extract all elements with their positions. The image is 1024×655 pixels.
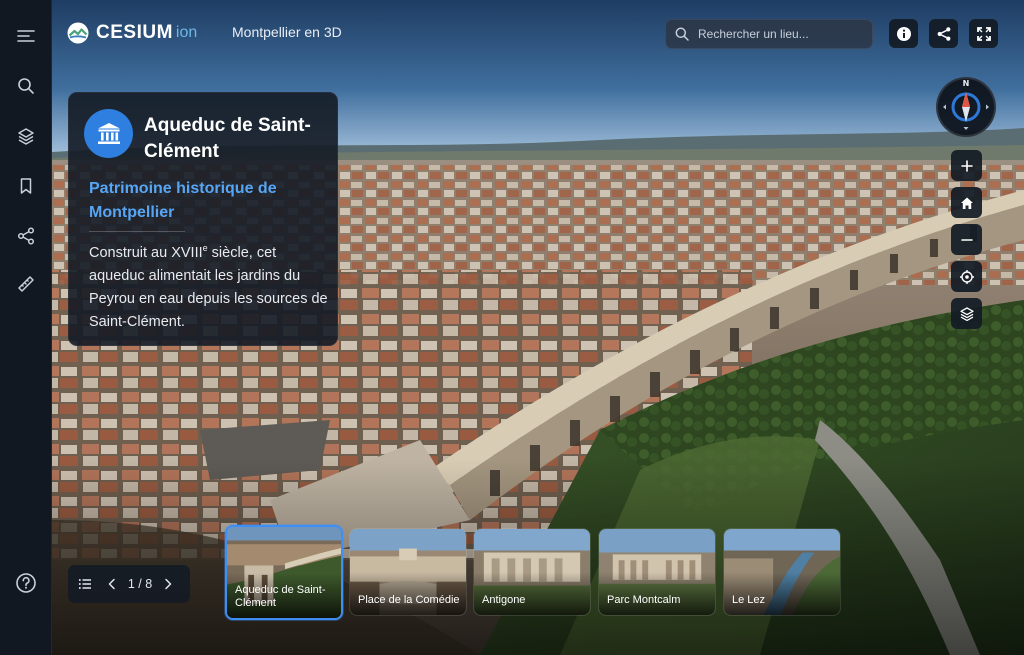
layers-icon: [18, 128, 34, 145]
place-title: Aqueduc de Saint-Clément: [144, 115, 311, 162]
place-thumbnail[interactable]: Le Lez: [723, 528, 841, 616]
thumbnail-label: Parc Montcalm: [607, 594, 681, 606]
search-button[interactable]: [8, 68, 44, 104]
list-icon: [78, 579, 91, 589]
chevron-left-icon: [108, 578, 115, 590]
card-divider: [89, 231, 185, 232]
brand-name: CESIUM: [96, 22, 173, 43]
thumbnail-label: Aqueduc de Saint-Clément: [235, 584, 326, 609]
thumbnail-label: Place de la Comédie: [358, 594, 460, 606]
help-icon[interactable]: [15, 572, 37, 594]
zoom-out-icon: [960, 238, 973, 241]
info-button[interactable]: [889, 19, 918, 48]
thumbnail-label: Le Lez: [732, 594, 766, 606]
next-place-button[interactable]: [158, 565, 178, 603]
place-info-card: Aqueduc de Saint-Clément Patrimoine hist…: [68, 92, 338, 346]
compass-icon: N: [943, 79, 989, 130]
compass[interactable]: N: [936, 77, 996, 137]
info-icon: [896, 26, 911, 41]
previous-place-button[interactable]: [102, 565, 122, 603]
menu-button[interactable]: [8, 18, 44, 54]
chevron-right-icon: [165, 578, 172, 590]
place-thumbnail[interactable]: Place de la Comédie: [349, 528, 467, 616]
share-link-button[interactable]: [929, 19, 958, 48]
navigation-controls: [951, 150, 982, 329]
zoom-in-icon: [960, 159, 973, 172]
zoom-out-button[interactable]: [951, 224, 982, 255]
tour-pager: 1 / 8: [68, 565, 190, 603]
share-icon: [17, 227, 35, 245]
ruler-icon: [18, 276, 34, 292]
app-title: Montpellier en 3D: [232, 24, 342, 40]
search-box[interactable]: [665, 19, 873, 49]
measure-button[interactable]: [8, 266, 44, 302]
place-thumbnail[interactable]: Aqueduc de Saint-Clément: [225, 525, 343, 620]
place-description: Construit au XVIIIe siècle, cet aqueduc …: [89, 243, 328, 330]
share-icon: [937, 26, 950, 41]
locate-icon: [959, 269, 974, 284]
place-thumbnail[interactable]: Parc Montcalm: [598, 528, 716, 616]
search-icon: [675, 27, 689, 41]
place-category-badge: [84, 109, 133, 158]
map-layers-button[interactable]: [951, 298, 982, 329]
cesium-logo-icon: [67, 22, 89, 44]
cesium-logo: CESIUM ion: [66, 20, 197, 46]
monument-icon: [97, 122, 120, 144]
tour-list-button[interactable]: [68, 565, 102, 603]
left-sidebar: [0, 0, 52, 655]
home-icon: [960, 197, 973, 209]
search-input[interactable]: [698, 27, 868, 41]
fullscreen-icon: [976, 26, 991, 41]
home-button[interactable]: [951, 187, 982, 218]
zoom-in-button[interactable]: [951, 150, 982, 181]
compass-north-label: N: [963, 79, 970, 88]
share-button[interactable]: [8, 218, 44, 254]
layers-button[interactable]: [8, 118, 44, 154]
bookmark-button[interactable]: [8, 168, 44, 204]
page-counter: 1 / 8: [127, 577, 153, 591]
thumbnail-label: Antigone: [482, 594, 526, 606]
menu-icon: [17, 30, 35, 42]
brand-suffix: ion: [175, 24, 198, 41]
search-icon: [18, 78, 34, 94]
place-subtitle: Patrimoine historique de Montpellier: [89, 180, 277, 221]
bookmark-icon: [20, 178, 32, 194]
fullscreen-button[interactable]: [969, 19, 998, 48]
locate-button[interactable]: [951, 261, 982, 292]
layers-icon: [959, 306, 974, 321]
place-thumbnail[interactable]: Antigone: [473, 528, 591, 616]
